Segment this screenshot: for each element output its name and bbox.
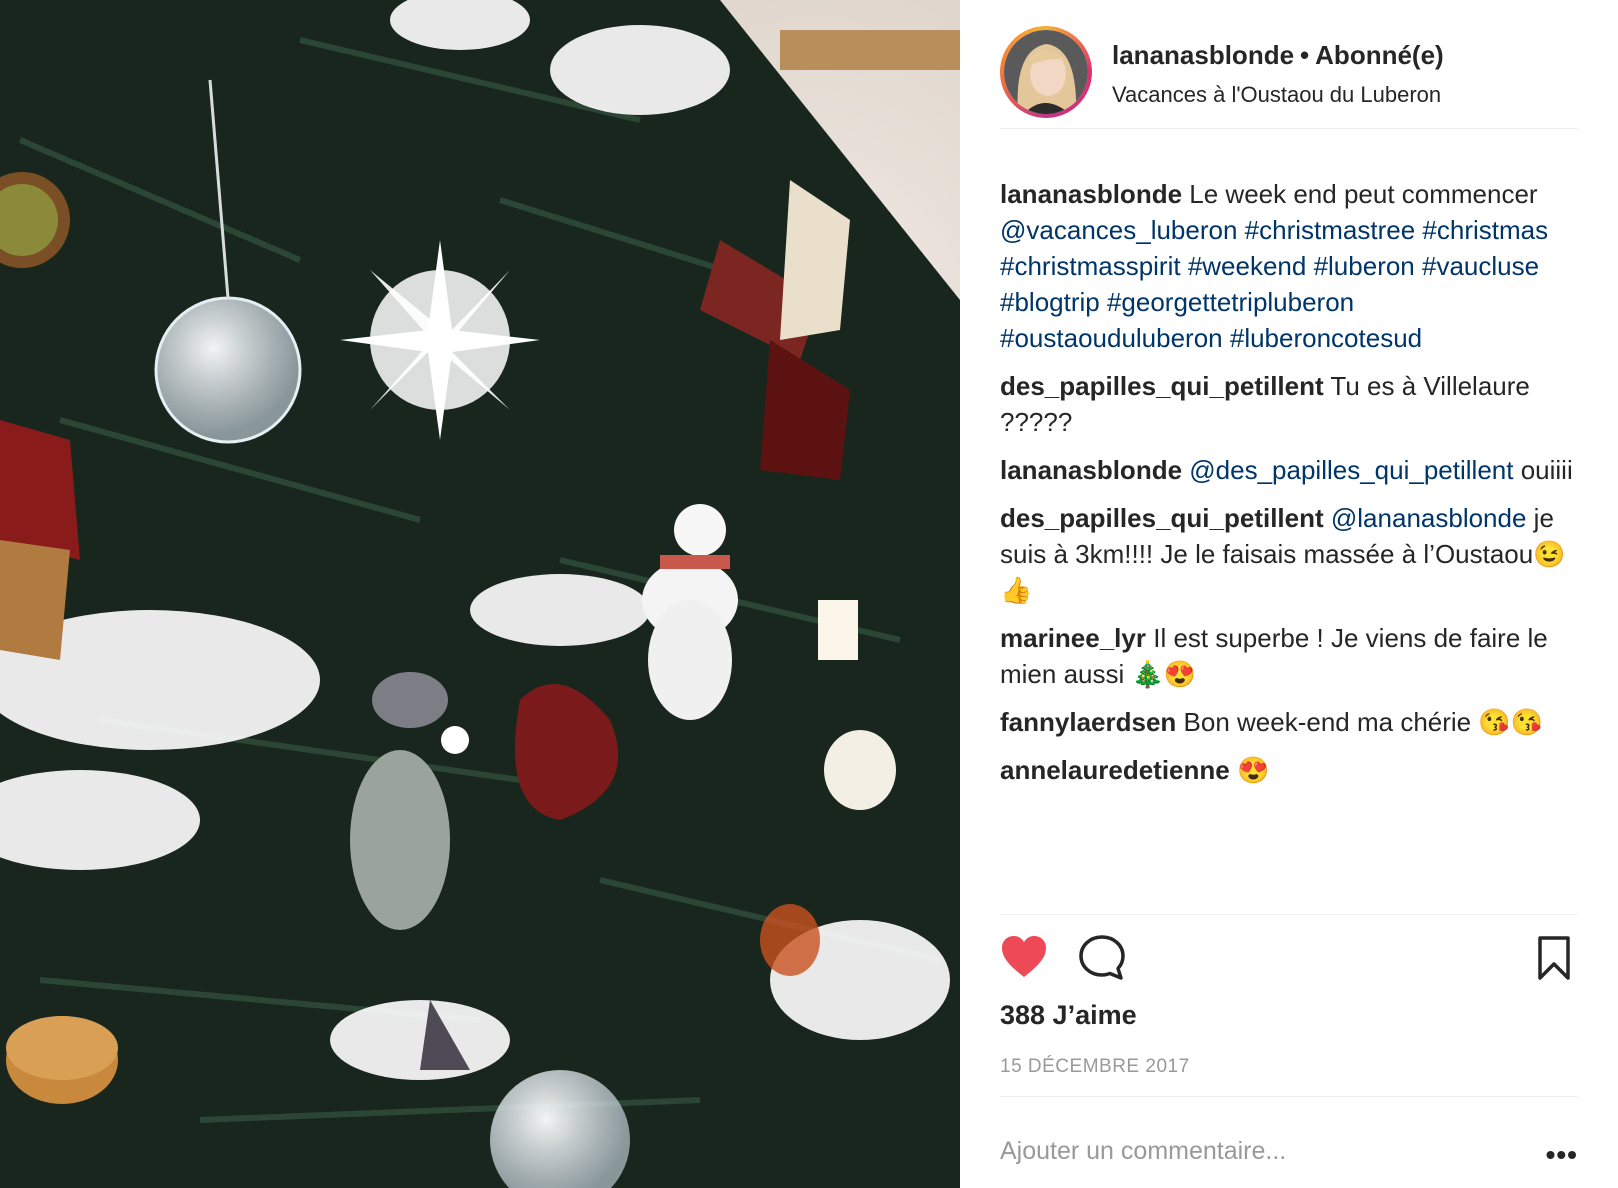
comments-list: lananasblonde Le week end peut commencer… [1000,176,1580,800]
comment-text: Bon week-end ma chérie 😘😘 [1183,707,1544,737]
comment-item: fannylaerdsen Bon week-end ma chérie 😘😘 [1000,704,1580,740]
comment-item: annelauredetienne 😍 [1000,752,1580,788]
comment-username[interactable]: marinee_lyr [1000,623,1146,653]
comment-mention[interactable]: @des_papilles_qui_petillent [1189,455,1513,485]
location-link[interactable]: Vacances à l'Oustaou du Luberon [1112,82,1441,108]
caption-mention[interactable]: @vacances_luberon [1000,215,1237,245]
follow-status-button[interactable]: Abonné(e) [1315,40,1444,70]
comment-item: des_papilles_qui_petillent Tu es à Ville… [1000,368,1580,440]
add-comment-divider [1000,1096,1578,1097]
header-username[interactable]: lananasblonde [1112,40,1294,70]
avatar[interactable] [1000,26,1092,118]
add-comment-bar: ••• [1000,1137,1578,1177]
comment-text: 😍 [1236,755,1270,785]
comment-mention[interactable]: @lananasblonde [1331,503,1527,533]
comment-username[interactable]: des_papilles_qui_petillent [1000,371,1324,401]
header-separator: • [1300,40,1310,70]
action-bar [1000,934,1578,994]
christmas-tree-photo [0,0,960,1188]
post-header: lananasblonde • Abonné(e) Vacances à l'Ous… [1000,24,1578,129]
caption: lananasblonde Le week end peut commencer… [1000,176,1580,356]
actions-divider [1000,914,1578,915]
comment-username[interactable]: annelauredetienne [1000,755,1230,785]
more-options-icon[interactable]: ••• [1546,1139,1578,1171]
comment-button[interactable] [1078,934,1126,982]
comment-bubble-icon [1079,935,1125,980]
comment-username[interactable]: des_papilles_qui_petillent [1000,503,1324,533]
avatar-image [1004,30,1088,114]
comment-username[interactable]: lananasblonde [1000,455,1182,485]
post-photo[interactable] [0,0,960,1188]
like-button[interactable] [1000,934,1048,982]
post-panel: lananasblonde • Abonné(e) Vacances à l'Ous… [960,0,1618,1188]
add-comment-input[interactable] [1000,1137,1500,1166]
comment-item: marinee_lyr Il est superbe ! Je viens de… [1000,620,1580,692]
heart-filled-icon [1002,936,1046,977]
bookmark-icon [1538,936,1570,980]
post-date[interactable]: 15 DÉCEMBRE 2017 [1000,1056,1190,1078]
comment-item: lananasblonde @des_papilles_qui_petillen… [1000,452,1580,488]
comment-text: ouiiii [1520,455,1573,485]
save-button[interactable] [1530,934,1578,982]
caption-username[interactable]: lananasblonde [1000,179,1182,209]
comment-item: des_papilles_qui_petillent @lananasblond… [1000,500,1580,608]
likes-count[interactable]: 388 J’aime [1000,1000,1137,1031]
comment-username[interactable]: fannylaerdsen [1000,707,1176,737]
caption-text: Le week end peut commencer [1189,179,1538,209]
